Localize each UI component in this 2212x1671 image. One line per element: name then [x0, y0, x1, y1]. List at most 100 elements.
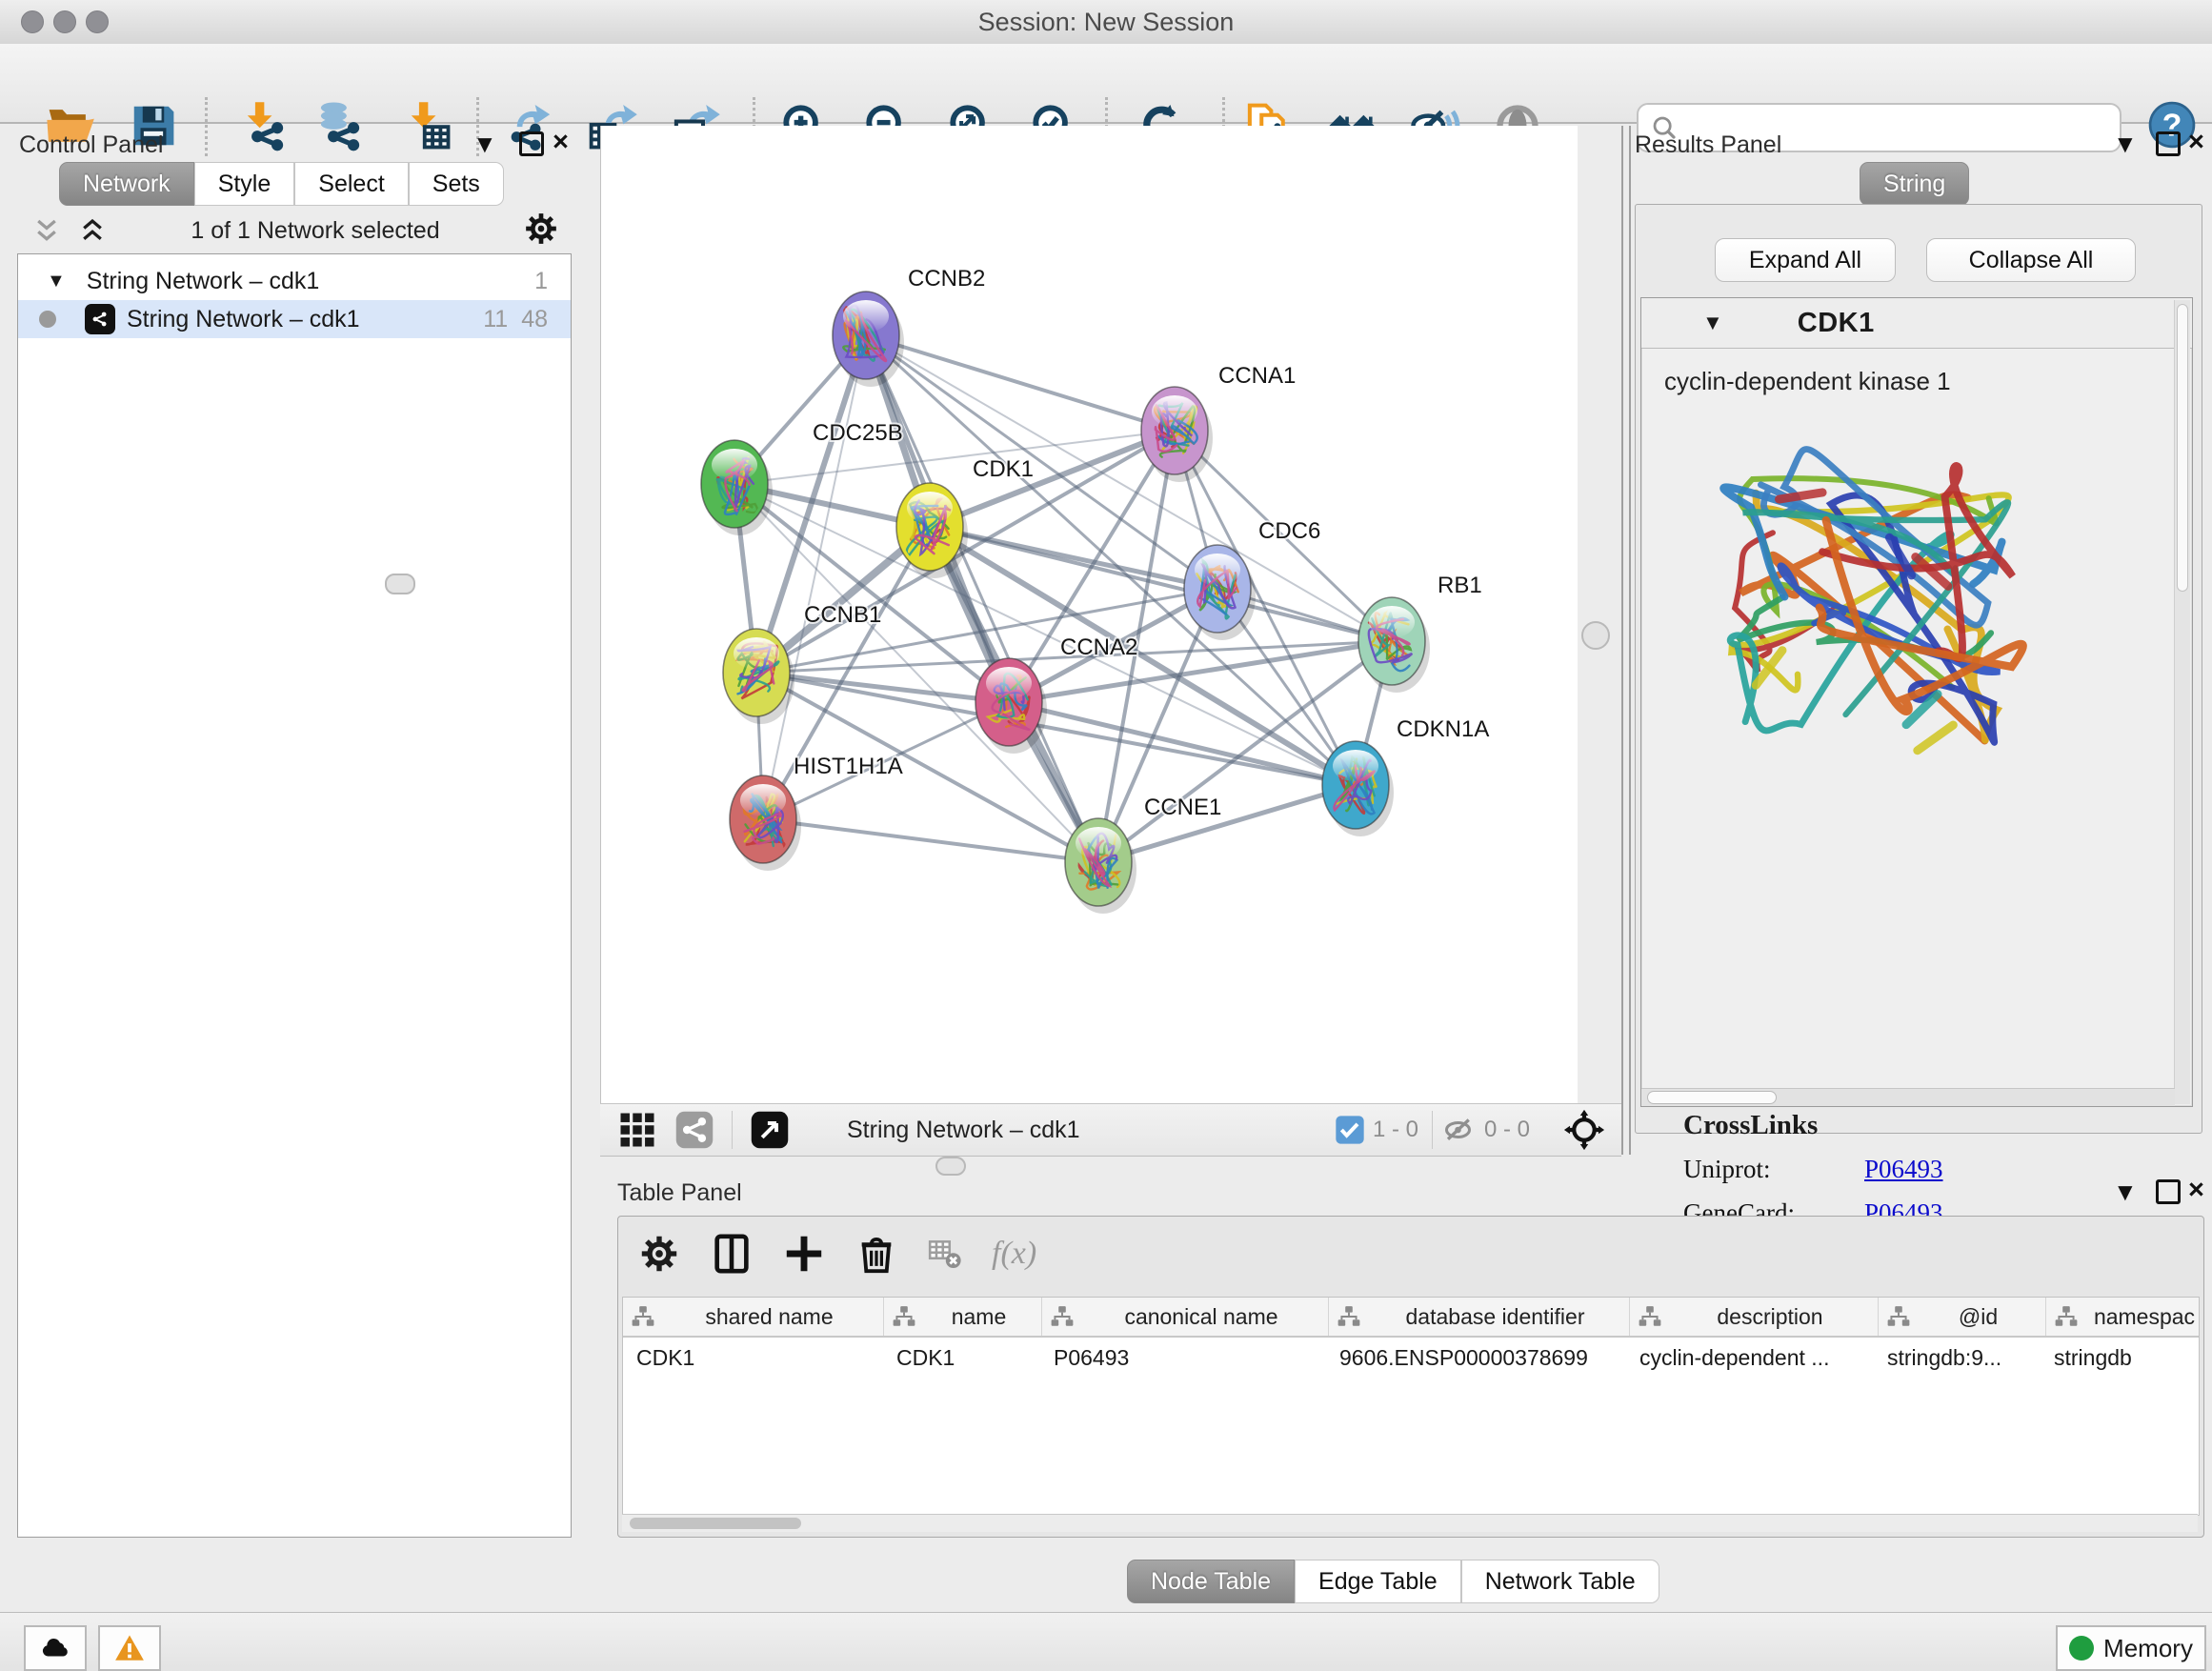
table-cell[interactable]: CDK1: [623, 1345, 883, 1371]
column-header-@id[interactable]: @id: [1879, 1298, 2046, 1336]
network-node-CCNE1[interactable]: CCNE1: [1065, 795, 1221, 914]
table-panel-maximize-button[interactable]: [2156, 1179, 2181, 1204]
network-options-button[interactable]: [522, 210, 570, 252]
tab-select[interactable]: Select: [294, 162, 408, 206]
scrollbar-thumb[interactable]: [2177, 304, 2188, 592]
cloud-status-button[interactable]: [24, 1625, 87, 1671]
import-table-button[interactable]: [400, 98, 453, 153]
splitter-grip[interactable]: [385, 574, 415, 594]
edge-CCNB2-CCNE1[interactable]: [866, 335, 1098, 862]
delete-table-icon[interactable]: [927, 1236, 963, 1272]
tab-network-table[interactable]: Network Table: [1461, 1560, 1659, 1603]
tab-string[interactable]: String: [1860, 162, 1969, 206]
network-node-HIST1H1A[interactable]: HIST1H1A: [730, 754, 903, 871]
results-vertical-scrollbar[interactable]: [2174, 300, 2190, 1104]
column-header-name[interactable]: name: [884, 1298, 1042, 1336]
import-network-file-button[interactable]: [236, 98, 290, 153]
tab-edge-table[interactable]: Edge Table: [1295, 1560, 1461, 1603]
collection-expand-caret[interactable]: ▼: [47, 271, 66, 292]
memory-button[interactable]: Memory: [2056, 1625, 2206, 1671]
node-label: CDC6: [1258, 518, 1320, 544]
column-header-database-identifier[interactable]: database identifier: [1329, 1298, 1630, 1336]
network-edges[interactable]: [734, 335, 1392, 862]
scrollbar-thumb[interactable]: [630, 1518, 801, 1529]
results-panel-float-button[interactable]: ▼: [2113, 131, 2138, 156]
grid-view-icon[interactable]: [617, 1110, 657, 1150]
column-header-namespac[interactable]: namespac: [2046, 1298, 2200, 1336]
column-header-canonical-name[interactable]: canonical name: [1042, 1298, 1329, 1336]
column-header-shared-name[interactable]: shared name: [623, 1298, 884, 1336]
network-node-CDKN1A[interactable]: CDKN1A: [1322, 716, 1489, 836]
results-panel-maximize-button[interactable]: [2156, 131, 2181, 156]
node-label: CCNB1: [804, 602, 881, 628]
results-panel-close-button[interactable]: ×: [2188, 130, 2204, 154]
show-columns-icon[interactable]: [710, 1232, 754, 1276]
protein-description: cyclin-dependent kinase 1: [1664, 367, 1951, 396]
table-row[interactable]: CDK1CDK1P064939606.ENSP00000378699cyclin…: [623, 1338, 2199, 1378]
function-builder-button[interactable]: f(x): [992, 1236, 1036, 1272]
table-cell[interactable]: stringdb: [2041, 1345, 2200, 1371]
network-node-count: 11: [483, 306, 508, 333]
edge-CCNA2-CDKN1A[interactable]: [1009, 702, 1356, 785]
node-label: CCNB2: [908, 266, 985, 292]
birdseye-crosshair-icon[interactable]: [1562, 1108, 1606, 1152]
scrollbar-thumb[interactable]: [1647, 1091, 1777, 1104]
crosslink-link[interactable]: P06493: [1864, 1155, 1943, 1184]
collapse-caret-icon[interactable]: ▼: [1702, 311, 1723, 335]
network-node-CDC25B[interactable]: CDC25B: [701, 420, 903, 535]
network-node-CCNB2[interactable]: CCNB2: [833, 266, 985, 387]
table-cell[interactable]: P06493: [1040, 1345, 1326, 1371]
detach-view-icon[interactable]: [750, 1110, 790, 1150]
table-panel-tabs: Node TableEdge TableNetwork Table: [1127, 1560, 1659, 1603]
network-node-CCNA1[interactable]: CCNA1: [1141, 363, 1296, 482]
expand-all-button[interactable]: Expand All: [1715, 238, 1896, 282]
hidden-eye-icon[interactable]: [1442, 1113, 1477, 1147]
network-row[interactable]: String Network – cdk1 11 48: [18, 300, 571, 338]
table-options-gear-icon[interactable]: [637, 1232, 681, 1276]
selected-checkbox-icon[interactable]: [1335, 1115, 1365, 1145]
tab-sets[interactable]: Sets: [409, 162, 504, 206]
edge-HIST1H1A-CCNE1[interactable]: [763, 819, 1098, 862]
results-horizontal-scrollbar[interactable]: [1641, 1088, 2175, 1106]
protein-card-header[interactable]: ▼ CDK1: [1641, 298, 2192, 349]
table-panel-close-button[interactable]: ×: [2188, 1178, 2204, 1202]
column-header-description[interactable]: description: [1630, 1298, 1879, 1336]
control-panel-float-button[interactable]: ▼: [473, 131, 497, 156]
splitter-grip[interactable]: [1581, 621, 1610, 650]
create-column-icon[interactable]: [782, 1232, 826, 1276]
tab-node-table[interactable]: Node Table: [1127, 1560, 1295, 1603]
table-horizontal-scrollbar[interactable]: [622, 1514, 2198, 1532]
collection-label: String Network – cdk1: [87, 268, 320, 295]
collapse-all-button[interactable]: Collapse All: [1926, 238, 2136, 282]
tab-network[interactable]: Network: [59, 162, 194, 206]
collapse-all-networks-icon[interactable]: [30, 216, 63, 245]
network-canvas[interactable]: CCNB2CCNA1CDC25BCDK1CDC6RB1CCNB1CCNA2CDK…: [600, 126, 1578, 1103]
edge-CDKN1A-CCNE1[interactable]: [1098, 785, 1356, 862]
control-panel-maximize-button[interactable]: [519, 131, 544, 156]
attribute-browser: f(x) shared namenamecanonical namedataba…: [617, 1216, 2204, 1538]
column-attribute-icon: [1337, 1304, 1361, 1329]
table-cell[interactable]: 9606.ENSP00000378699: [1326, 1345, 1626, 1371]
edge-CDK1-RB1[interactable]: [930, 527, 1392, 641]
edge-CCNB2-CCNA1[interactable]: [866, 335, 1175, 431]
warnings-button[interactable]: [98, 1625, 161, 1671]
tab-style[interactable]: Style: [194, 162, 295, 206]
splitter-grip[interactable]: [935, 1157, 966, 1176]
network-collection-row[interactable]: ▼ String Network – cdk1 1: [18, 262, 571, 300]
network-view-icon[interactable]: [674, 1110, 714, 1150]
network-node-RB1[interactable]: RB1: [1358, 573, 1482, 693]
vertical-splitter[interactable]: [1621, 126, 1631, 1155]
table-panel-float-button[interactable]: ▼: [2113, 1179, 2138, 1204]
import-network-database-button[interactable]: [312, 98, 366, 153]
table-cell[interactable]: CDK1: [883, 1345, 1040, 1371]
table-cell[interactable]: stringdb:9...: [1874, 1345, 2041, 1371]
table-cell[interactable]: cyclin-dependent ...: [1626, 1345, 1874, 1371]
node-label: CDK1: [973, 456, 1034, 482]
warning-icon: [113, 1632, 146, 1664]
gear-icon: [522, 210, 560, 248]
control-panel-close-button[interactable]: ×: [553, 130, 569, 154]
expand-all-networks-icon[interactable]: [76, 216, 109, 245]
delete-column-icon[interactable]: [855, 1232, 898, 1276]
network-graph[interactable]: CCNB2CCNA1CDC25BCDK1CDC6RB1CCNB1CCNA2CDK…: [601, 126, 1578, 1103]
table-toolbar: f(x): [637, 1232, 1036, 1276]
